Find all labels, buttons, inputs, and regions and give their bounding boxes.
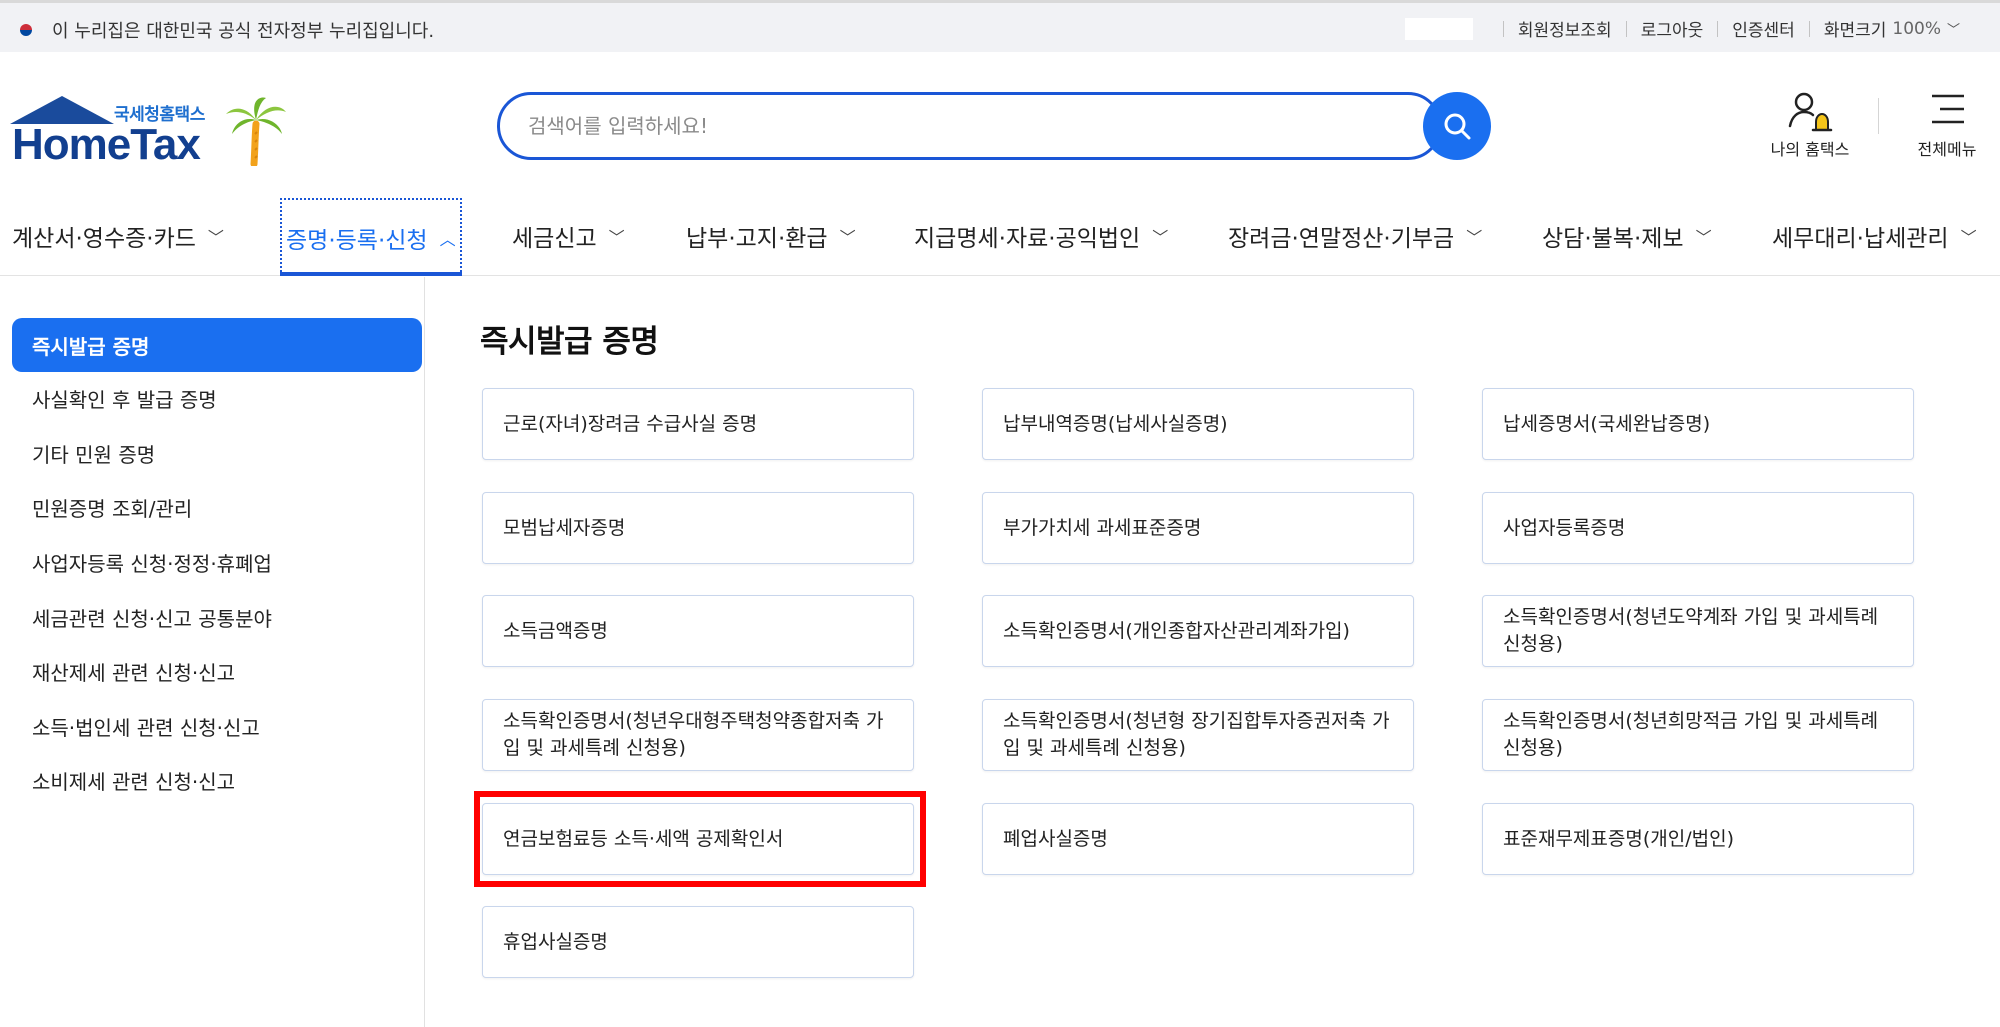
card-closure-certificate[interactable]: 폐업사실증명: [982, 803, 1414, 875]
user-name-redacted: [1404, 17, 1473, 40]
card-tax-clearance[interactable]: 납세증명서(국세완납증명): [1482, 388, 1914, 460]
search-box: [497, 92, 1442, 160]
divider: [1717, 20, 1719, 37]
korea-flag-icon: [14, 21, 38, 39]
member-info-link[interactable]: 회원정보조회: [1518, 16, 1612, 41]
nav-tax-filing[interactable]: 세금신고 ﹀: [512, 196, 625, 276]
card-tax-payment-history[interactable]: 납부내역증명(납세사실증명): [982, 388, 1414, 460]
nav-label: 상담·불복·제보: [1542, 226, 1684, 252]
nav-incentive-year-end[interactable]: 장려금·연말정산·기부금 ﹀: [1228, 196, 1482, 276]
divider: [1808, 20, 1810, 37]
sidebar: 즉시발급 증명 사실확인 후 발급 증명 기타 민원 증명 민원증명 조회/관리…: [0, 277, 425, 1027]
all-menu-button[interactable]: 전체메뉴: [1902, 88, 1992, 160]
hamburger-menu-icon: [1932, 94, 1964, 124]
utility-links: 회원정보조회 로그아웃 인증센터 화면크기 100% ﹀: [1404, 16, 1960, 41]
government-notice-text: 이 누리집은 대한민국 공식 전자정부 누리집입니다.: [52, 21, 435, 42]
chevron-down-icon: ﹀: [608, 228, 625, 247]
sidebar-item-consumption-tax[interactable]: 소비제세 관련 신청·신고: [12, 753, 422, 807]
sidebar-item-civil-inquiry[interactable]: 민원증명 조회/관리: [12, 480, 422, 534]
nav-payment-statement-data[interactable]: 지급명세·자료·공익법인 ﹀: [914, 196, 1168, 276]
page-title: 즉시발급 증명: [480, 324, 659, 360]
sidebar-item-instant-issue[interactable]: 즉시발급 증명: [12, 318, 422, 372]
palm-tree-icon: [226, 97, 286, 166]
card-income-isa[interactable]: 소득확인증명서(개인종합자산관리계좌가입): [982, 595, 1414, 667]
card-income-amount[interactable]: 소득금액증명: [482, 595, 914, 667]
chevron-down-icon: ﹀: [1695, 228, 1712, 247]
sidebar-item-fact-check-issue[interactable]: 사실확인 후 발급 증명: [12, 371, 422, 425]
logout-link[interactable]: 로그아웃: [1641, 16, 1704, 41]
card-vat-tax-base[interactable]: 부가가치세 과세표준증명: [982, 492, 1414, 564]
card-income-youth-hope[interactable]: 소득확인증명서(청년희망적금 가입 및 과세특례 신청용): [1482, 699, 1914, 771]
nav-label: 납부·고지·환급: [686, 226, 828, 252]
user-bell-icon: [1788, 92, 1833, 132]
sidebar-item-business-registration[interactable]: 사업자등록 신청·정정·휴폐업: [12, 535, 422, 589]
nav-consultation-appeal[interactable]: 상담·불복·제보 ﹀: [1542, 196, 1712, 276]
card-income-youth-leap[interactable]: 소득확인증명서(청년도약계좌 가입 및 과세특례 신청용): [1482, 595, 1914, 667]
sidebar-item-tax-common[interactable]: 세금관련 신청·신고 공통분야: [12, 590, 422, 644]
search-input[interactable]: [528, 109, 1288, 143]
nav-label: 증명·등록·신청: [286, 228, 428, 254]
chevron-down-icon: ﹀: [1960, 228, 1977, 247]
card-model-taxpayer[interactable]: 모범납세자증명: [482, 492, 914, 564]
screen-size-label[interactable]: 화면크기: [1824, 16, 1887, 41]
nav-label: 세금신고: [512, 226, 597, 252]
nav-label: 계산서·영수증·카드: [12, 226, 196, 252]
chevron-down-icon: ﹀: [1466, 228, 1483, 247]
government-banner: 이 누리집은 대한민국 공식 전자정부 누리집입니다. 회원정보조회 로그아웃 …: [0, 0, 2000, 52]
sidebar-item-other-civil[interactable]: 기타 민원 증명: [12, 426, 422, 480]
nav-label: 세무대리·납세관리: [1772, 226, 1949, 252]
government-notice: 이 누리집은 대한민국 공식 전자정부 누리집입니다.: [14, 17, 434, 43]
divider: [1502, 20, 1504, 37]
chevron-down-icon: ﹀: [839, 228, 856, 247]
nav-certificate-registration[interactable]: 증명·등록·신청 ︿: [280, 198, 462, 276]
chevron-up-icon: ︿: [439, 230, 456, 249]
logo-wordmark: HomeTax: [12, 120, 201, 169]
card-business-registration[interactable]: 사업자등록증명: [1482, 492, 1914, 564]
search-icon: [1444, 113, 1471, 140]
zoom-value[interactable]: 100%: [1892, 19, 1941, 39]
card-financial-statement[interactable]: 표준재무제표증명(개인/법인): [1482, 803, 1914, 875]
nav-label: 지급명세·자료·공익법인: [914, 226, 1141, 252]
nav-payment-notice-refund[interactable]: 납부·고지·환급 ﹀: [686, 196, 856, 276]
divider: [1878, 98, 1879, 134]
chevron-down-icon: ﹀: [207, 228, 224, 247]
my-hometax-button[interactable]: 나의 홈택스: [1756, 88, 1864, 160]
main-navigation: 계산서·영수증·카드 ﹀ 증명·등록·신청 ︿ 세금신고 ﹀ 납부·고지·환급 ﹀ 지급…: [0, 196, 2000, 276]
sidebar-item-property-tax[interactable]: 재산제세 관련 신청·신고: [12, 644, 422, 698]
nav-tax-agent[interactable]: 세무대리·납세관리 ﹀: [1772, 196, 1977, 276]
chevron-down-icon: ﹀: [1152, 228, 1169, 247]
sidebar-item-income-corporate-tax[interactable]: 소득·법인세 관련 신청·신고: [12, 699, 422, 753]
card-pension-deduction[interactable]: 연금보험료등 소득·세액 공제확인서: [482, 803, 914, 875]
my-hometax-label: 나의 홈택스: [1770, 140, 1850, 159]
hometax-logo[interactable]: 국세청홈택스 HomeTax: [10, 94, 290, 170]
divider: [1625, 20, 1627, 37]
card-suspension-certificate[interactable]: 휴업사실증명: [482, 906, 914, 978]
all-menu-label: 전체메뉴: [1917, 140, 1977, 159]
card-income-youth-fund[interactable]: 소득확인증명서(청년형 장기집합투자증권저축 가입 및 과세특례 신청용): [982, 699, 1414, 771]
chevron-down-icon[interactable]: ﹀: [1947, 19, 1960, 38]
nav-label: 장려금·연말정산·기부금: [1228, 226, 1455, 252]
certificate-center-link[interactable]: 인증센터: [1732, 16, 1795, 41]
card-earned-income-incentive[interactable]: 근로(자녀)장려금 수급사실 증명: [482, 388, 914, 460]
nav-invoice-receipt-card[interactable]: 계산서·영수증·카드 ﹀: [12, 196, 224, 276]
search-button[interactable]: [1423, 92, 1491, 160]
card-income-youth-housing[interactable]: 소득확인증명서(청년우대형주택청약종합저축 가입 및 과세특례 신청용): [482, 699, 914, 771]
